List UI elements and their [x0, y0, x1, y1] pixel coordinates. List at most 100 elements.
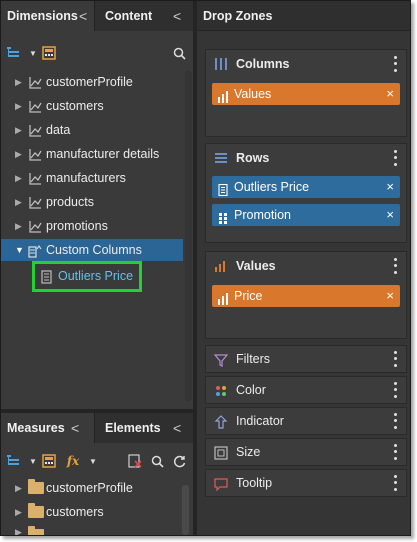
scrollbar[interactable]	[182, 485, 189, 535]
pill-values[interactable]: Values ×	[212, 83, 400, 105]
measures-item-partial: ▶	[1, 525, 183, 535]
tree-item-manufacturers[interactable]: ▶ manufacturers	[1, 167, 183, 189]
expand-arrow-icon[interactable]: ▶	[15, 477, 22, 499]
dimension-grid-icon	[218, 209, 229, 224]
close-icon[interactable]: ×	[386, 204, 394, 226]
columns-zone-title: Columns	[236, 57, 290, 71]
more-options-icon[interactable]	[388, 148, 402, 168]
columns-zone[interactable]: Columns Values ×	[205, 49, 407, 137]
more-options-icon[interactable]	[388, 54, 402, 74]
tree-item-label: manufacturers	[46, 171, 126, 185]
expand-arrow-icon[interactable]: ▶	[15, 501, 22, 523]
rows-icon	[214, 151, 228, 165]
measures-tabbar: Measures < Elements <	[1, 413, 193, 443]
bar-chart-icon	[214, 259, 228, 273]
hierarchy-icon	[28, 123, 42, 137]
dimensions-toolbar: ▼	[1, 39, 193, 67]
tree-item-label: customers	[46, 99, 104, 113]
pill-promotion[interactable]: Promotion ×	[212, 204, 400, 226]
dropdown-arrow-icon[interactable]: ▼	[25, 45, 41, 61]
hierarchy-icon	[28, 147, 42, 161]
custom-columns-icon	[28, 243, 42, 258]
more-options-icon[interactable]	[388, 349, 402, 369]
tree-item-customers[interactable]: ▶ customers	[1, 95, 183, 117]
measures-item-customers[interactable]: ▶ customers	[1, 501, 183, 523]
measures-item-label: customers	[46, 505, 104, 519]
search-icon[interactable]	[171, 45, 187, 61]
folder-icon	[28, 526, 44, 535]
calculator-icon[interactable]	[41, 453, 57, 469]
hierarchy-icon	[28, 75, 42, 89]
expand-arrow-icon[interactable]: ▶	[15, 191, 22, 213]
pill-label: Promotion	[234, 208, 291, 222]
values-zone[interactable]: Values Price ×	[205, 251, 407, 339]
dropdown-arrow-icon[interactable]: ▼	[85, 453, 101, 469]
tree-item-products[interactable]: ▶ products	[1, 191, 183, 213]
calculator-icon[interactable]	[41, 45, 57, 61]
more-options-icon[interactable]	[388, 256, 402, 276]
tree-item-custom-columns[interactable]: ▼ Custom Columns	[1, 239, 183, 261]
close-icon[interactable]: ×	[386, 176, 394, 198]
expand-arrow-icon[interactable]: ▶	[15, 119, 22, 141]
search-icon[interactable]	[149, 453, 165, 469]
tab-content[interactable]: Content <	[94, 1, 193, 31]
clear-filter-icon[interactable]	[127, 453, 143, 469]
pill-price[interactable]: Price ×	[212, 285, 400, 307]
tab-elements-label: Elements	[105, 421, 161, 435]
measures-item-customerprofile[interactable]: ▶ customerProfile	[1, 477, 183, 499]
expand-arrow-icon[interactable]: ▶	[15, 143, 22, 165]
tree-item-label: promotions	[46, 219, 108, 233]
pill-outliers-price[interactable]: Outliers Price ×	[212, 176, 400, 198]
dropdown-arrow-icon[interactable]: ▼	[25, 453, 41, 469]
size-zone-title: Size	[236, 445, 261, 459]
tree-item-promotions[interactable]: ▶ promotions	[1, 215, 183, 237]
collapse-icon[interactable]: <	[79, 1, 87, 31]
filters-zone[interactable]: Filters	[205, 345, 407, 373]
tree-item-label: Custom Columns	[46, 243, 142, 257]
indicator-zone[interactable]: Indicator	[205, 407, 407, 435]
tooltip-icon	[214, 477, 228, 492]
tooltip-zone[interactable]: Tooltip	[205, 469, 407, 497]
tab-elements[interactable]: Elements <	[94, 413, 193, 443]
expand-arrow-icon[interactable]: ▶	[15, 215, 22, 237]
values-zone-header: Values	[206, 252, 406, 280]
rows-zone-header: Rows	[206, 144, 406, 172]
more-options-icon[interactable]	[388, 442, 402, 462]
drop-zones-panel: Drop Zones Columns Values × Rows Outlier…	[197, 1, 410, 535]
tree-item-manufacturer-details[interactable]: ▶ manufacturer details	[1, 143, 183, 165]
collapse-icon[interactable]: <	[71, 413, 79, 443]
close-icon[interactable]: ×	[386, 285, 394, 307]
tab-measures[interactable]: Measures <	[1, 413, 94, 443]
tree-item-data[interactable]: ▶ data	[1, 119, 183, 141]
size-icon	[214, 446, 228, 460]
more-options-icon[interactable]	[388, 411, 402, 431]
bar-chart-icon	[218, 290, 229, 305]
tree-item-customerprofile[interactable]: ▶ customerProfile	[1, 71, 183, 93]
measures-item-label: customerProfile	[46, 481, 133, 495]
more-options-icon[interactable]	[388, 473, 402, 493]
more-options-icon[interactable]	[388, 380, 402, 400]
expand-arrow-icon[interactable]: ▶	[15, 71, 22, 93]
formula-icon[interactable]: fx	[65, 453, 81, 469]
pill-label: Price	[234, 289, 263, 303]
tree-view-icon[interactable]	[5, 453, 21, 469]
tooltip-zone-title: Tooltip	[236, 476, 273, 490]
tree-view-icon[interactable]	[5, 45, 21, 61]
collapse-arrow-icon[interactable]: ▼	[15, 239, 24, 261]
expand-arrow-icon[interactable]: ▶	[15, 95, 22, 117]
close-icon[interactable]: ×	[386, 83, 394, 105]
expand-arrow-icon[interactable]: ▶	[15, 167, 22, 189]
size-zone[interactable]: Size	[205, 438, 407, 466]
color-zone[interactable]: Color	[205, 376, 407, 404]
collapse-icon[interactable]: <	[173, 1, 181, 31]
collapse-icon[interactable]: <	[173, 413, 181, 443]
rows-zone[interactable]: Rows Outliers Price × Promotion ×	[205, 143, 407, 243]
app-window: Dimensions < Content < ▼ ▶ customerProfi…	[0, 0, 411, 536]
refresh-icon[interactable]	[171, 453, 187, 469]
columns-zone-header: Columns	[206, 50, 406, 78]
hierarchy-icon	[28, 99, 42, 113]
tab-dimensions[interactable]: Dimensions <	[1, 1, 94, 31]
scrollbar[interactable]	[185, 71, 192, 401]
calculated-column-icon	[218, 181, 229, 197]
tree-item-label: products	[46, 195, 94, 209]
